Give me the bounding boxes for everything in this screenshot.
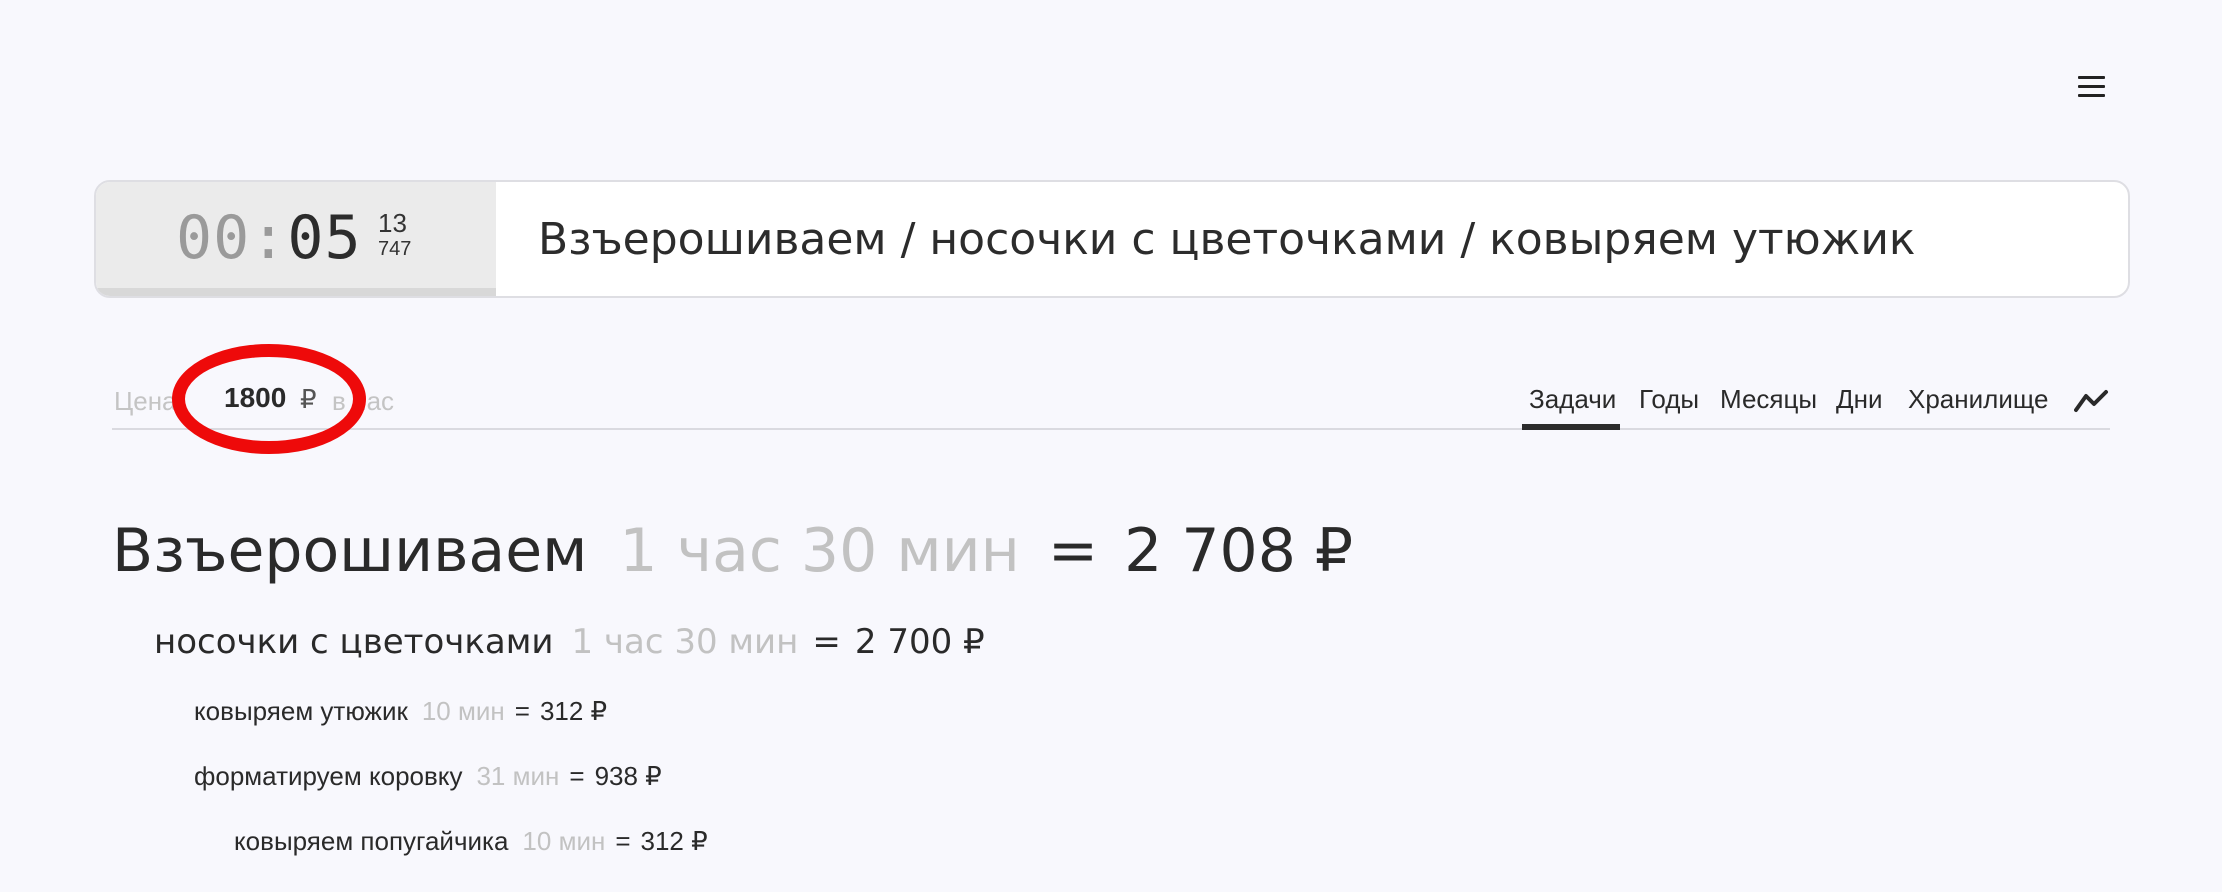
tab-years[interactable]: Годы	[1639, 384, 1699, 415]
menu-line	[2078, 85, 2105, 88]
task-cost: 2 708 ₽	[1124, 516, 1354, 586]
task-cost: 938 ₽	[594, 761, 662, 791]
task-duration: 1 час 30 мин	[619, 516, 1020, 586]
report-row: носочки с цветочками 1 час 30 мин = 2 70…	[154, 622, 1912, 662]
task-duration: 10 мин	[421, 696, 505, 726]
task-name: форматируем коровку	[194, 761, 463, 791]
task-cost: 2 700 ₽	[854, 622, 985, 662]
task-name: ковыряем попугайчика	[234, 826, 509, 856]
task-duration: 10 мин	[522, 826, 606, 856]
task-report: Взъерошиваем 1 час 30 мин = 2 708 ₽ носо…	[112, 516, 1912, 857]
menu-line	[2078, 76, 2105, 79]
task-name: Взъерошиваем	[112, 516, 588, 586]
equals-sign: =	[615, 826, 631, 856]
equals-sign: =	[569, 761, 585, 791]
report-row: ковыряем попугайчика 10 мин = 312 ₽	[234, 826, 1912, 857]
report-row: форматируем коровку 31 мин = 938 ₽	[194, 761, 1912, 792]
equals-sign: =	[514, 696, 530, 726]
timer-milliseconds: 747	[378, 238, 412, 260]
price-toolbar: Цена 1800 ₽ в час Задачи Годы Месяцы Дни…	[112, 344, 2110, 454]
equals-sign: =	[812, 622, 841, 662]
task-name: носочки с цветочками	[154, 622, 554, 662]
menu-line	[2078, 94, 2105, 97]
timer-minutes: 05	[287, 203, 362, 273]
timer-separator: :	[250, 203, 288, 273]
timer-hours: 00	[176, 203, 251, 273]
hamburger-menu-icon[interactable]	[2074, 72, 2110, 102]
timer-display[interactable]: 00:05 13 747	[96, 182, 496, 296]
timer-seconds: 13	[378, 208, 407, 238]
timer-bar: 00:05 13 747	[94, 180, 2130, 298]
report-row: Взъерошиваем 1 час 30 мин = 2 708 ₽	[112, 516, 1912, 586]
task-duration: 1 час 30 мин	[571, 622, 799, 662]
price-label: Цена	[114, 386, 177, 416]
tab-tasks[interactable]: Задачи	[1529, 384, 1616, 415]
active-tab-indicator	[1522, 424, 1620, 430]
trend-chart-icon[interactable]	[2074, 388, 2110, 414]
timer-hours-minutes: 00:05	[176, 202, 362, 274]
task-cost: 312 ₽	[539, 696, 608, 726]
report-row: ковыряем утюжик 10 мин = 312 ₽	[194, 696, 1912, 727]
price-highlight-circle	[172, 344, 366, 454]
task-cost: 312 ₽	[640, 826, 708, 856]
tab-months[interactable]: Месяцы	[1720, 384, 1817, 415]
tab-days[interactable]: Дни	[1836, 384, 1883, 415]
tab-storage[interactable]: Хранилище	[1908, 384, 2048, 415]
page: 00:05 13 747 Цена 1800 ₽ в час Задачи Го…	[0, 0, 2222, 892]
equals-sign: =	[1047, 516, 1099, 586]
task-input[interactable]	[496, 182, 2128, 296]
task-name: ковыряем утюжик	[194, 696, 408, 726]
task-duration: 31 мин	[476, 761, 560, 791]
